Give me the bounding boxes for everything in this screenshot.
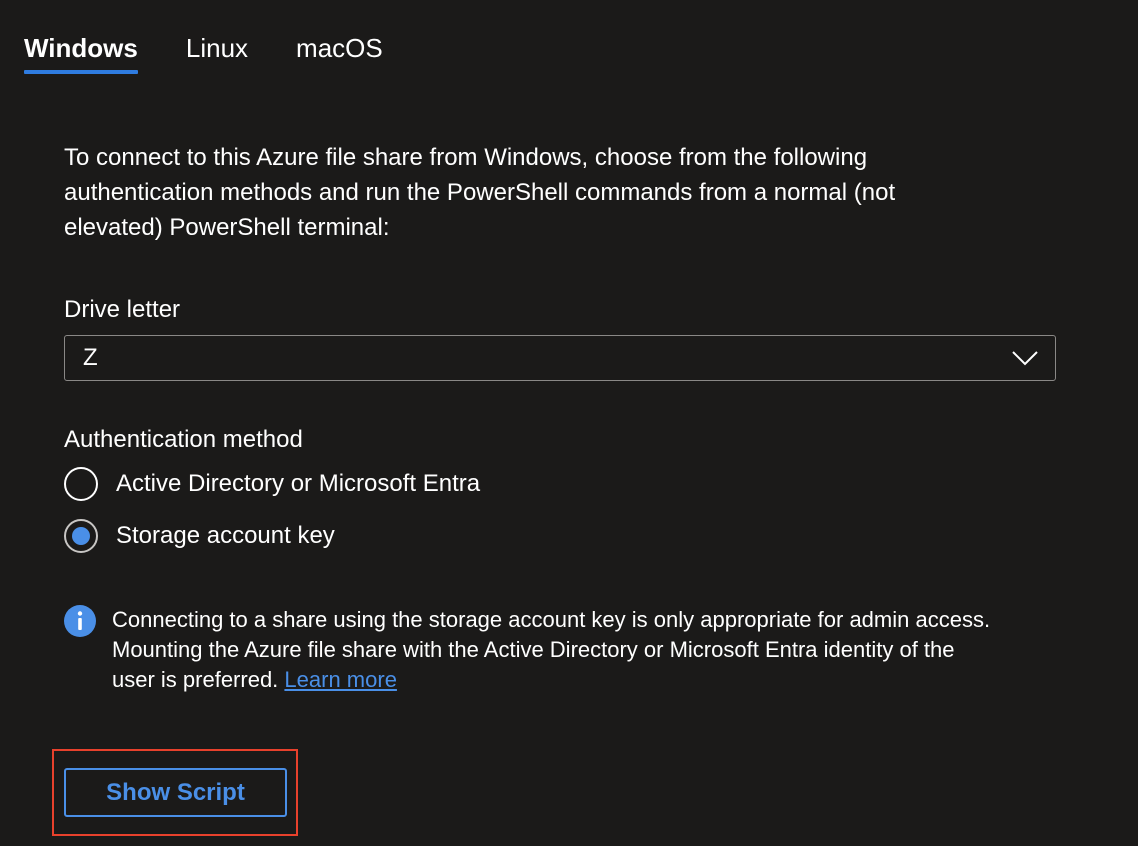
info-text: Connecting to a share using the storage … [112,607,991,692]
info-text-block: Connecting to a share using the storage … [112,605,992,695]
drive-letter-dropdown[interactable]: Z [64,335,1056,381]
radio-label-active-directory: Active Directory or Microsoft Entra [116,470,481,497]
radio-label-storage-account-key: Storage account key [116,522,335,549]
radio-active-directory[interactable]: Active Directory or Microsoft Entra [64,465,1058,503]
radio-selected-dot [72,527,90,545]
drive-letter-value: Z [83,344,98,371]
info-message: Connecting to a share using the storage … [64,605,1058,695]
intro-text: To connect to this Azure file share from… [64,144,896,241]
tab-linux[interactable]: Linux [186,22,248,74]
learn-more-link[interactable]: Learn more [284,667,397,692]
radio-storage-account-key[interactable]: Storage account key [64,517,1058,555]
authentication-method-label: Authentication method [64,426,303,453]
radio-button-checked[interactable] [64,519,98,553]
show-script-button[interactable]: Show Script [64,768,287,817]
windows-tab-content: To connect to this Azure file share from… [64,140,1058,695]
drive-letter-label: Drive letter [64,296,181,323]
chevron-down-icon [1011,350,1039,366]
info-icon [64,605,96,637]
radio-button-unchecked[interactable] [64,467,98,501]
tab-windows[interactable]: Windows [24,22,138,74]
tab-macos[interactable]: macOS [296,22,383,74]
file-share-connect-panel: Windows Linux macOS To connect to this A… [0,0,1138,846]
os-tabs: Windows Linux macOS [24,22,383,74]
